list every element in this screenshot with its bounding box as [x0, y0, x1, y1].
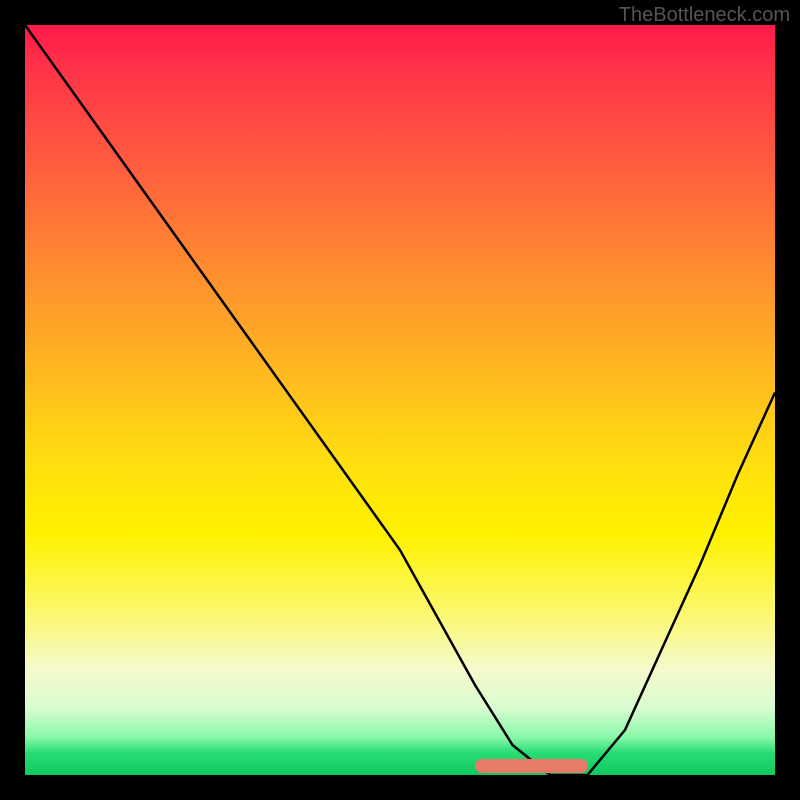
watermark-text: TheBottleneck.com [619, 4, 790, 27]
optimal-range-marker [475, 759, 588, 773]
bottleneck-curve [25, 25, 775, 775]
plot-area [25, 25, 775, 775]
